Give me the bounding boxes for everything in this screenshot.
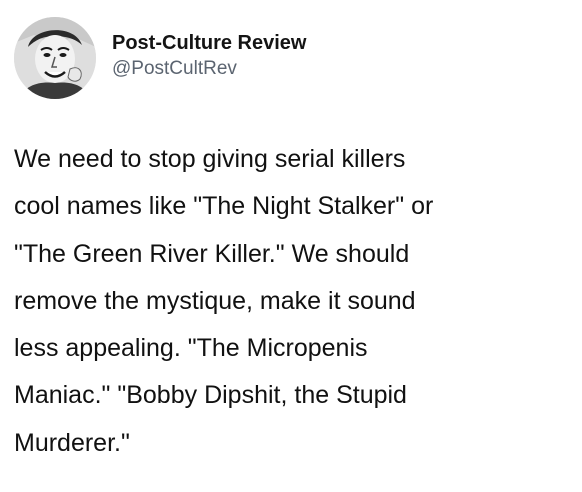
tweet-text-line: Maniac." "Bobby Dipshit, the Stupid [14, 381, 407, 410]
account-handle[interactable]: @PostCultRev [112, 56, 306, 81]
avatar[interactable] [14, 17, 96, 99]
tweet-text-line: cool names like "The Night Stalker" or [14, 192, 434, 221]
profile-photo-icon [14, 17, 96, 99]
tweet-card: Post-Culture Review @PostCultRev We need… [0, 0, 582, 492]
tweet-text-line: less appealing. "The Micropenis [14, 334, 368, 363]
display-name[interactable]: Post-Culture Review [112, 31, 306, 56]
tweet-text: We need to stop giving serial killers co… [14, 136, 574, 467]
tweet-text-line: "The Green River Killer." We should [14, 239, 410, 268]
tweet-text-line: Murderer." [14, 428, 130, 457]
tweet-text-line: We need to stop giving serial killers [14, 145, 406, 173]
account-names: Post-Culture Review @PostCultRev [112, 31, 306, 81]
tweet-header: Post-Culture Review @PostCultRev [14, 16, 306, 100]
tweet-text-line: remove the mystique, make it sound [14, 286, 416, 315]
